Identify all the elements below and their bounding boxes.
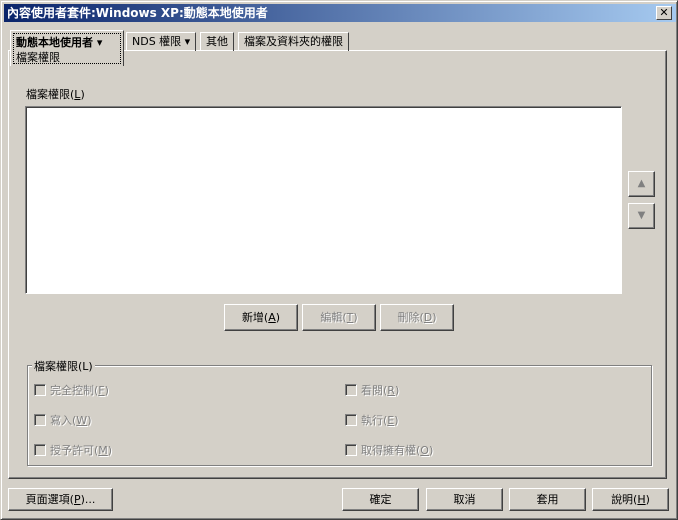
- file-rights-group: [27, 365, 652, 466]
- title-bar: 內容使用者套件:Windows XP:動態本地使用者 ✕: [4, 4, 676, 22]
- ok-button[interactable]: 確定: [342, 488, 419, 511]
- checkbox-write[interactable]: 寫入(W): [34, 412, 91, 428]
- tab-file-folder-rights[interactable]: 檔案及資料夾的權限: [238, 32, 349, 51]
- checkbox-take-ownership[interactable]: 取得擁有權(O): [345, 442, 433, 458]
- tab-nds-rights[interactable]: NDS 權限 ▾: [126, 32, 197, 51]
- delete-button[interactable]: 刪除(D): [380, 304, 454, 331]
- tab-label: NDS 權限 ▾: [132, 35, 191, 48]
- checkbox-read[interactable]: 看閱(R): [345, 382, 399, 398]
- add-button[interactable]: 新增(A): [224, 304, 298, 331]
- file-rights-list[interactable]: [25, 106, 622, 294]
- arrow-up-icon: ▲: [637, 178, 646, 189]
- file-rights-list-label: 檔案權限(L): [26, 88, 85, 101]
- checkbox-execute[interactable]: 執行(E): [345, 412, 399, 428]
- cancel-button[interactable]: 取消: [426, 488, 503, 511]
- group-legend: 檔案權限(L): [32, 358, 95, 374]
- checkbox-grant-permission[interactable]: 授予許可(M): [34, 442, 112, 458]
- checkbox-full-control[interactable]: 完全控制(F): [34, 382, 109, 398]
- help-button[interactable]: 說明(H): [592, 488, 669, 511]
- move-down-button[interactable]: ▼: [628, 203, 655, 229]
- edit-button[interactable]: 編輯(T): [302, 304, 376, 331]
- arrow-down-icon: ▼: [637, 210, 646, 221]
- tab-label: 其他: [206, 35, 228, 48]
- page-options-button[interactable]: 頁面選項(P)...: [8, 488, 113, 511]
- apply-button[interactable]: 套用: [509, 488, 586, 511]
- tab-dynamic-local-user[interactable]: 動態本地使用者 ▾ 檔案權限: [10, 30, 124, 66]
- tab-other[interactable]: 其他: [200, 32, 234, 51]
- close-icon: ✕: [659, 6, 669, 19]
- window-title: 內容使用者套件:Windows XP:動態本地使用者: [7, 6, 268, 20]
- close-button[interactable]: ✕: [656, 6, 672, 20]
- move-up-button[interactable]: ▲: [628, 171, 655, 197]
- tab-label: 檔案及資料夾的權限: [244, 35, 343, 48]
